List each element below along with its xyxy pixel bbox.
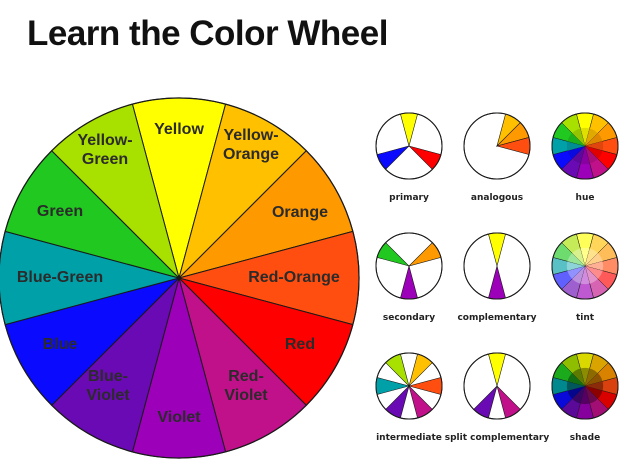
scheme-caption: analogous [471, 193, 523, 203]
scheme-caption: hue [576, 193, 595, 203]
segment-label-red-orange: Red-Orange [248, 269, 340, 286]
scheme-wheel-tint: tint [551, 232, 619, 323]
scheme-wheel-analogous: analogous [463, 112, 531, 203]
scheme-wheel-primary: primary [375, 112, 443, 203]
segment-label-blue-green: Blue-Green [17, 269, 103, 286]
scheme-caption: split complementary [445, 433, 550, 443]
scheme-caption: intermediate [376, 433, 442, 443]
scheme-caption: shade [570, 433, 600, 443]
color-wheel-diagram: Yellow Yellow-OrangeOrangeRed-OrangeRedRe… [0, 97, 619, 459]
scheme-caption: primary [389, 193, 429, 203]
scheme-wheel-intermediate: intermediate [375, 352, 443, 443]
scheme-wheel-secondary: secondary [375, 232, 443, 323]
segment-label-red: Red [285, 336, 315, 353]
scheme-wheels: primary analogous hue secondary complementar… [375, 112, 619, 443]
segment-label-yellow: Yellow [154, 121, 204, 138]
segment-label-violet: Violet [157, 409, 201, 426]
scheme-caption: secondary [383, 313, 435, 323]
main-color-wheel: Yellow Yellow-OrangeOrangeRed-OrangeRedRe… [0, 97, 360, 459]
scheme-wheel-hue: hue [551, 112, 619, 203]
scheme-wheel-shade: shade [551, 352, 619, 443]
scheme-wheel-split-complementary: split complementary [445, 352, 550, 443]
scheme-caption: complementary [457, 313, 536, 323]
scheme-wheel-complementary: complementary [457, 232, 537, 323]
segment-label-blue: Blue [43, 336, 78, 353]
scheme-caption: tint [576, 313, 595, 323]
segment-label-green: Green [37, 203, 83, 220]
segment-label-orange: Orange [272, 204, 328, 221]
